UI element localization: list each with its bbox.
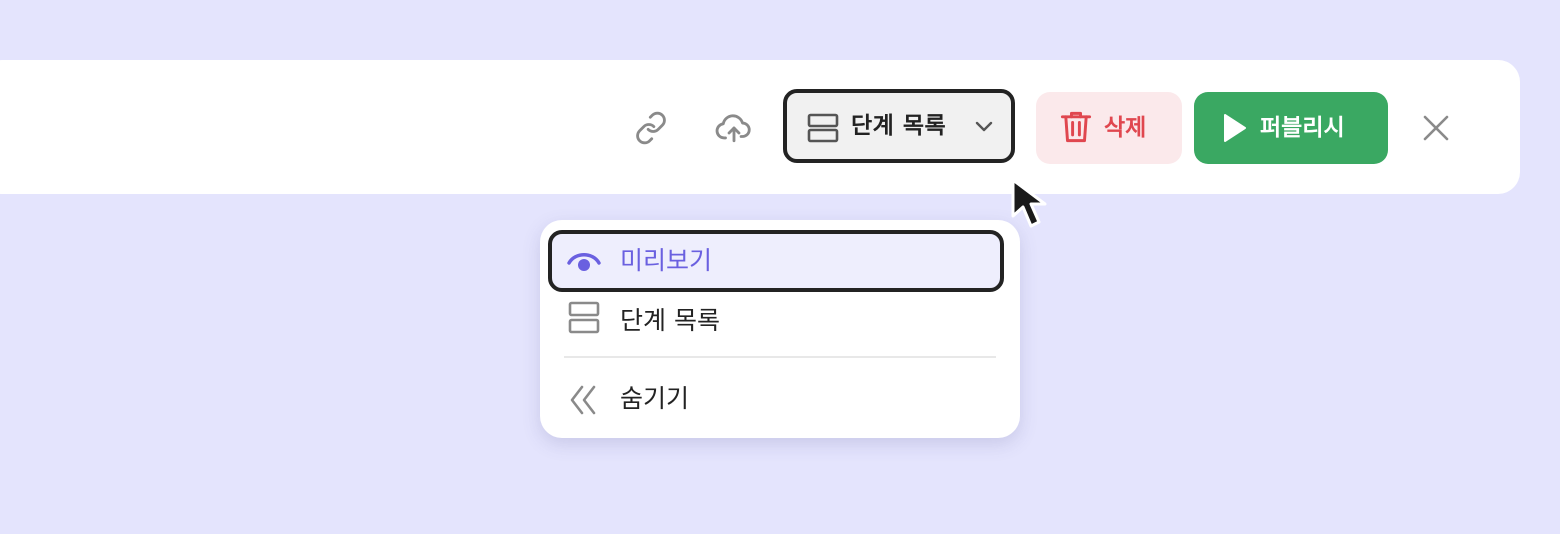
copy-link-button[interactable]: [627, 104, 675, 152]
upload-button[interactable]: [710, 104, 758, 152]
menu-item-steps-list[interactable]: 단계 목록: [548, 286, 1004, 348]
steps-list-icon: [807, 113, 839, 143]
publish-button[interactable]: 퍼블리시: [1194, 92, 1388, 164]
menu-item-hide[interactable]: 숨기기: [548, 368, 1004, 430]
menu-divider: [564, 356, 996, 358]
double-chevron-left-icon: [570, 385, 596, 415]
menu-item-preview-label: 미리보기: [620, 246, 713, 275]
close-icon: [1423, 115, 1449, 141]
eye-icon: [567, 253, 601, 271]
menu-item-hide-label: 숨기기: [620, 384, 690, 413]
view-mode-dropdown-menu: 미리보기 단계 목록 숨기기: [540, 220, 1020, 438]
delete-button[interactable]: 삭제: [1036, 92, 1182, 164]
steps-list-icon: [568, 301, 600, 334]
view-mode-select-value: 단계 목록: [851, 113, 947, 139]
play-icon: [1224, 114, 1246, 142]
close-button[interactable]: [1414, 106, 1458, 150]
publish-button-label: 퍼블리시: [1260, 115, 1345, 141]
menu-item-steps-list-label: 단계 목록: [620, 306, 720, 335]
cloud-upload-icon: [715, 114, 751, 143]
mouse-pointer-icon: [1011, 178, 1047, 228]
view-mode-select[interactable]: 단계 목록: [783, 89, 1015, 163]
trash-icon: [1060, 111, 1092, 143]
delete-button-label: 삭제: [1104, 115, 1147, 141]
link-icon: [636, 111, 666, 145]
chevron-down-icon: [975, 121, 993, 132]
menu-item-preview[interactable]: 미리보기: [548, 230, 1004, 292]
